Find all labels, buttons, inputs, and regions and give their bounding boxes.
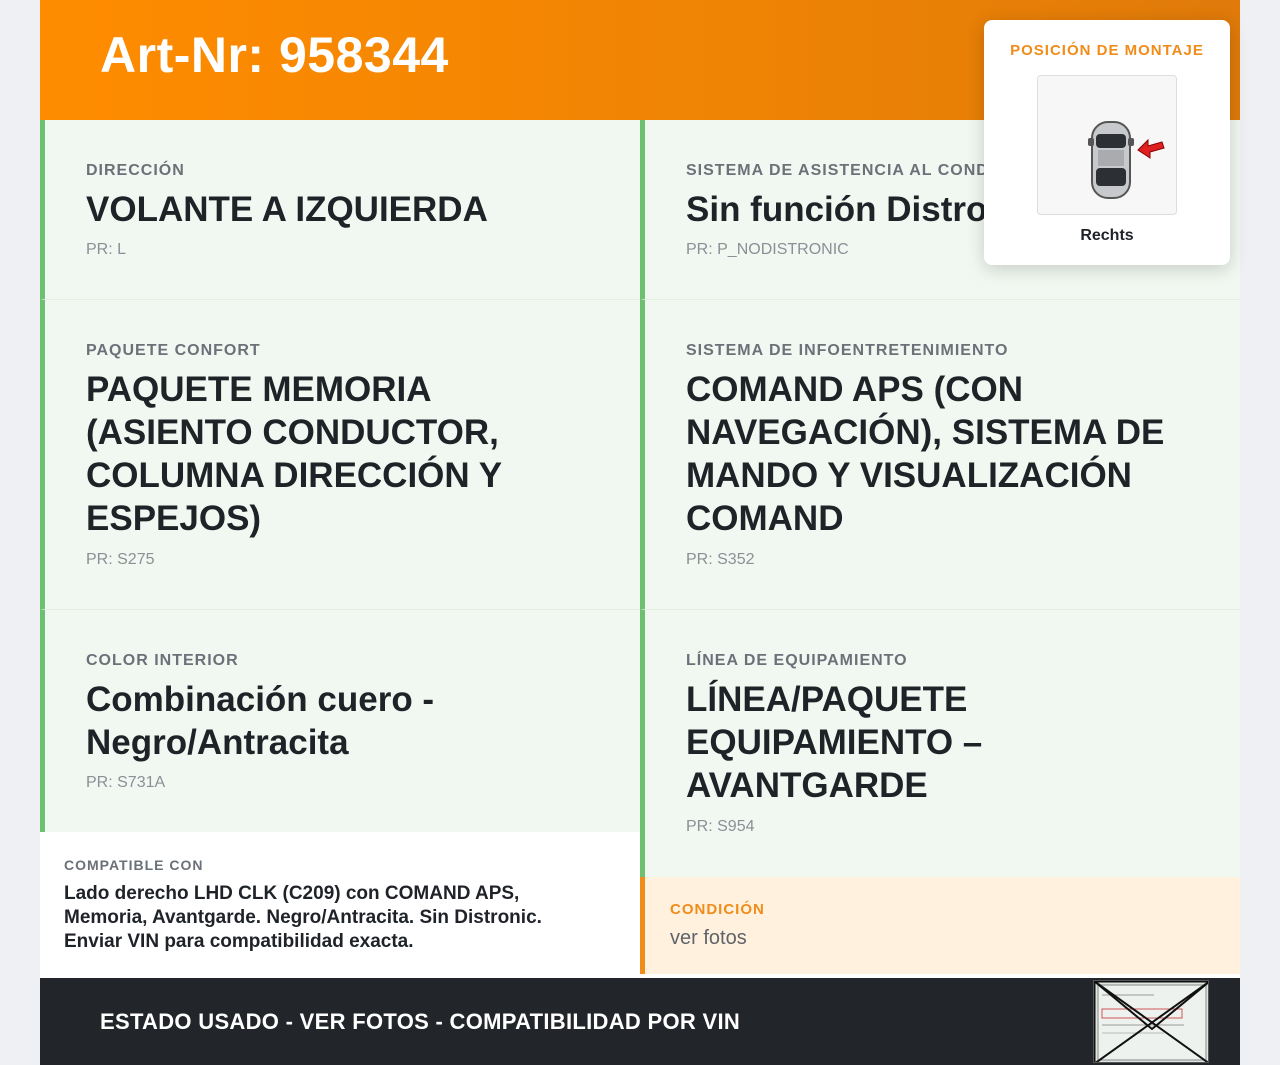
footer-text: ESTADO USADO - VER FOTOS - COMPATIBILIDA… [100, 1009, 741, 1034]
compatibility-text: Lado derecho LHD CLK (C209) con COMAND A… [64, 883, 542, 952]
feature-card-direccion: DIRECCIÓN VOLANTE A IZQUIERDA PR: L [40, 120, 640, 300]
mounting-position-label: POSICIÓN DE MONTAJE [1010, 42, 1204, 59]
feature-value: Combinación cuero - Negro/Antracita [86, 680, 435, 762]
mounting-position-card: POSICIÓN DE MONTAJE Rechts [984, 20, 1230, 265]
vin-plate-thumbnail[interactable] [1093, 980, 1209, 1063]
mounting-side: Rechts [1080, 227, 1134, 244]
feature-card-confort: PAQUETE CONFORT PAQUETE MEMORIA (ASIENTO… [40, 300, 640, 610]
feature-label: PAQUETE CONFORT [86, 342, 261, 359]
compatibility-label: COMPATIBLE CON [64, 857, 204, 873]
red-arrow-icon [1137, 138, 1165, 159]
feature-card-infoentretenimiento: SISTEMA DE INFOENTRETENIMIENTO COMAND AP… [640, 300, 1240, 610]
feature-value: LÍNEA/PAQUETE EQUIPAMIENTO – AVANTGARDE [686, 680, 983, 805]
condition-label: CONDICIÓN [670, 901, 765, 918]
feature-value: VOLANTE A IZQUIERDA [86, 190, 488, 229]
feature-card-color-interior: COLOR INTERIOR Combinación cuero - Negro… [40, 610, 640, 832]
feature-pr-code: PR: S731A [86, 774, 166, 791]
feature-label: SISTEMA DE INFOENTRETENIMIENTO [686, 342, 1009, 359]
condition-value: ver fotos [670, 927, 747, 949]
feature-value: PAQUETE MEMORIA (ASIENTO CONDUCTOR, COLU… [86, 370, 502, 538]
article-number: Art-Nr: 958344 [100, 27, 449, 83]
compatibility-panel: COMPATIBLE CON Lado derecho LHD CLK (C20… [40, 832, 640, 974]
feature-label: COLOR INTERIOR [86, 652, 239, 669]
feature-pr-code: PR: S275 [86, 551, 155, 568]
feature-pr-code: PR: S954 [686, 818, 755, 835]
feature-pr-code: PR: S352 [686, 551, 755, 568]
feature-pr-code: PR: L [86, 241, 127, 258]
vin-plate-image [1094, 981, 1208, 1062]
car-top-view-icon [1037, 75, 1177, 215]
feature-value: COMAND APS (CON NAVEGACIÓN), SISTEMA DE … [686, 370, 1165, 538]
feature-pr-code: PR: P_NODISTRONIC [686, 241, 849, 258]
feature-label: LÍNEA DE EQUIPAMIENTO [686, 652, 908, 669]
feature-label: DIRECCIÓN [86, 162, 185, 179]
feature-card-linea-equipamiento: LÍNEA DE EQUIPAMIENTO LÍNEA/PAQUETE EQUI… [640, 610, 1240, 877]
condition-panel: CONDICIÓN ver fotos [640, 877, 1240, 974]
footer-bar: ESTADO USADO - VER FOTOS - COMPATIBILIDA… [40, 978, 1240, 1065]
